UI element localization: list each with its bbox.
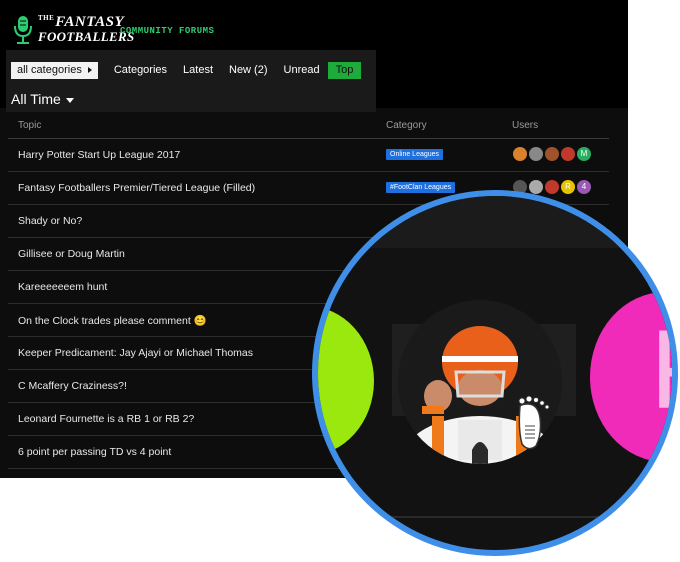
users-list: M bbox=[513, 147, 591, 161]
topic-title[interactable]: Kareeeeeeem hunt bbox=[18, 281, 107, 293]
category-badge[interactable]: #FootClan Leagues bbox=[386, 182, 456, 193]
user-avatar[interactable] bbox=[545, 147, 559, 161]
user-avatar[interactable]: M bbox=[577, 147, 591, 161]
zoom-divider bbox=[318, 516, 672, 518]
zoom-magnifier: F bbox=[312, 190, 678, 556]
green-avatar[interactable] bbox=[318, 306, 374, 456]
user-avatar[interactable]: 4 bbox=[577, 180, 591, 194]
category-dropdown[interactable]: all categories bbox=[11, 61, 98, 79]
caret-down-icon bbox=[65, 97, 74, 103]
user-avatar[interactable] bbox=[545, 180, 559, 194]
user-avatar[interactable] bbox=[561, 147, 575, 161]
caret-right-icon bbox=[87, 66, 92, 73]
nav-tab-latest[interactable]: Latest bbox=[175, 62, 221, 79]
footclan-foot-icon bbox=[518, 396, 550, 450]
column-users[interactable]: Users bbox=[512, 120, 538, 131]
topic-title[interactable]: Shady or No? bbox=[18, 215, 82, 227]
zoom-content: F bbox=[318, 196, 672, 550]
topic-title[interactable]: Keeper Predicament: Jay Ajayi or Michael… bbox=[18, 347, 253, 359]
user-avatar[interactable] bbox=[529, 147, 543, 161]
topic-title[interactable]: On the Clock trades please comment 😊 bbox=[18, 314, 207, 327]
column-category[interactable]: Category bbox=[386, 120, 427, 131]
column-topic[interactable]: Topic bbox=[18, 120, 41, 131]
period-dropdown[interactable]: All Time bbox=[11, 91, 74, 107]
zoom-row-background bbox=[318, 196, 672, 248]
user-avatar[interactable]: R bbox=[561, 180, 575, 194]
microphone-logo-icon bbox=[14, 16, 32, 44]
topic-title[interactable]: 6 point per passing TD vs 4 point bbox=[18, 446, 171, 458]
topic-title[interactable]: Gillisee or Doug Martin bbox=[18, 248, 125, 260]
site-logo[interactable]: THEFANTASY FOOTBALLERS COMMUNITY FORUMS bbox=[10, 14, 240, 46]
nav-tab-new[interactable]: New (2) bbox=[221, 62, 276, 79]
nav-tab-top[interactable]: Top bbox=[327, 61, 362, 79]
topic-title[interactable]: Fantasy Footballers Premier/Tiered Leagu… bbox=[18, 182, 255, 194]
user-avatar[interactable] bbox=[529, 180, 543, 194]
logo-subtitle: COMMUNITY FORUMS bbox=[120, 26, 215, 36]
topic-title[interactable]: Harry Potter Start Up League 2017 bbox=[18, 149, 180, 161]
table-header: Topic Category Users bbox=[8, 110, 609, 139]
nav-tab-categories[interactable]: Categories bbox=[106, 62, 175, 79]
nav-bar: all categories Categories Latest New (2)… bbox=[11, 61, 362, 79]
topic-title[interactable]: Leonard Fournette is a RB 1 or RB 2? bbox=[18, 413, 194, 425]
table-row[interactable]: Harry Potter Start Up League 2017 Online … bbox=[8, 139, 609, 172]
nav-tab-unread[interactable]: Unread bbox=[276, 62, 328, 79]
pink-avatar-letter: F bbox=[650, 314, 672, 426]
category-badge[interactable]: Online Leagues bbox=[386, 149, 444, 160]
user-avatar[interactable] bbox=[513, 147, 527, 161]
topic-title[interactable]: C Mcaffery Craziness?! bbox=[18, 380, 127, 392]
